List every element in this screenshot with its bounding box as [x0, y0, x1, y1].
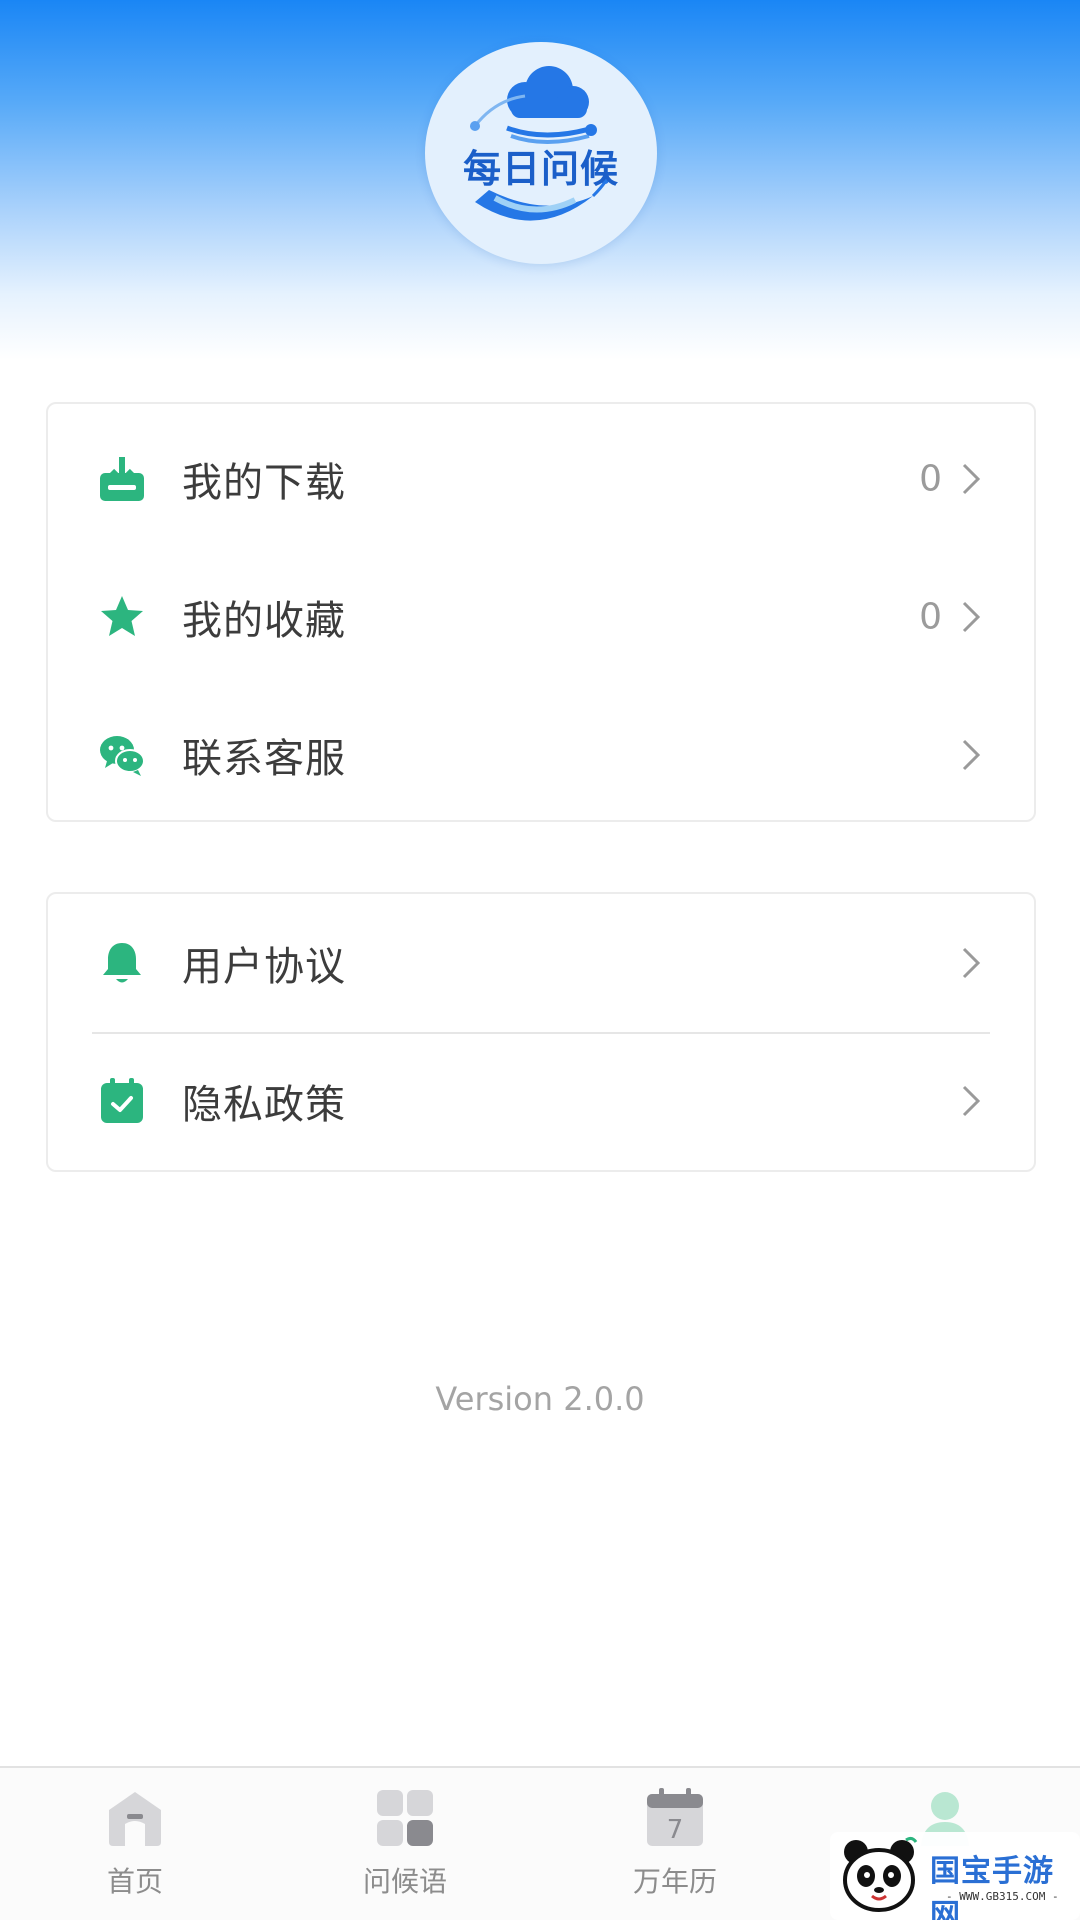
- menu-label: 我的下载: [182, 460, 346, 506]
- tab-calendar[interactable]: 7 万年历: [575, 1768, 775, 1920]
- profile-page: 每日问候 我的下载 0 我的收藏 0 联系客服 用户协议 隐私政策 Versio…: [0, 0, 1080, 1920]
- menu-item-customer-service[interactable]: 联系客服: [48, 686, 1034, 824]
- star-icon: [101, 596, 143, 636]
- header-banner: 每日问候: [0, 0, 1080, 360]
- tab-home[interactable]: 首页: [35, 1768, 235, 1920]
- chevron-right-icon: [962, 947, 981, 979]
- app-version: Version 2.0.0: [435, 1380, 645, 1418]
- calendar-day: 7: [667, 1815, 684, 1845]
- chevron-right-icon: [962, 601, 981, 633]
- favorite-count: 0: [919, 596, 942, 638]
- panda-icon: [843, 1836, 918, 1912]
- tab-label: 万年历: [632, 1865, 717, 1898]
- home-icon: [109, 1792, 161, 1846]
- menu-item-user-agreement[interactable]: 用户协议: [48, 894, 1034, 1032]
- logo-text: 每日问候: [462, 147, 619, 191]
- calendar-check-icon: [101, 1078, 143, 1123]
- menu-card-legal: 用户协议 隐私政策: [46, 892, 1036, 1172]
- site-watermark: 国宝手游网 - WWW.GB315.COM -: [830, 1832, 1080, 1920]
- menu-card-primary: 我的下载 0 我的收藏 0 联系客服: [46, 402, 1036, 822]
- menu-item-downloads[interactable]: 我的下载 0: [48, 410, 1034, 548]
- grid-icon: [377, 1790, 433, 1846]
- tab-label: 首页: [106, 1865, 163, 1898]
- watermark-subtext: - WWW.GB315.COM -: [946, 1890, 1059, 1903]
- tab-label: 问候语: [362, 1865, 447, 1898]
- download-icon: [100, 457, 144, 501]
- chevron-right-icon: [962, 463, 981, 495]
- bell-icon: [103, 943, 141, 983]
- calendar-icon: 7: [647, 1788, 703, 1846]
- app-logo: 每日问候: [425, 42, 657, 264]
- menu-item-privacy-policy[interactable]: 隐私政策: [48, 1032, 1034, 1170]
- download-count: 0: [919, 458, 942, 500]
- menu-label: 隐私政策: [182, 1082, 346, 1128]
- menu-label: 联系客服: [182, 736, 346, 782]
- menu-label: 我的收藏: [182, 598, 346, 644]
- tab-greetings[interactable]: 问候语: [305, 1768, 505, 1920]
- chevron-right-icon: [962, 1085, 981, 1117]
- menu-item-favorites[interactable]: 我的收藏 0: [48, 548, 1034, 686]
- menu-label: 用户协议: [182, 944, 346, 990]
- watermark-text: 国宝手游网: [930, 1854, 1054, 1920]
- chevron-right-icon: [962, 739, 981, 771]
- wechat-icon: [100, 736, 145, 776]
